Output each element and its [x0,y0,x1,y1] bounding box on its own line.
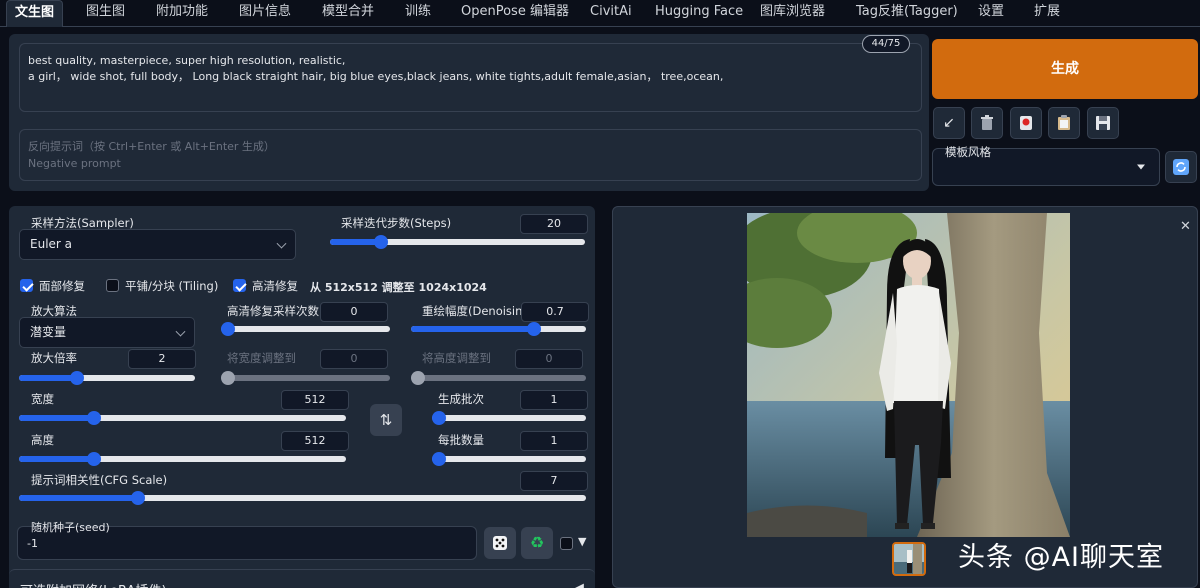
hires-steps-input[interactable]: 0 [320,302,388,322]
prompt-line-2: a girl， wide shot, full body， Long black… [28,70,724,83]
close-icon[interactable]: ✕ [1180,219,1191,234]
resize-height-label: 将高度调整到 [422,351,491,365]
face-restore-label: 面部修复 [39,279,85,293]
swap-dimensions-icon[interactable]: ⇅ [370,404,402,436]
cfg-input[interactable]: 7 [520,471,588,491]
resize-width-slider[interactable] [221,371,390,385]
extra-seed-checkbox[interactable] [560,537,573,550]
sampler-select[interactable]: Euler a [19,229,296,260]
upscaler-select[interactable]: 潜变量 [19,317,195,348]
tab-hugging-face[interactable]: Hugging Face [655,0,743,27]
tiling-label: 平铺/分块 (Tiling) [125,279,219,293]
sampler-value: Euler a [30,237,73,251]
generated-image[interactable] [747,213,1070,537]
batch-size-label: 每批数量 [438,433,484,447]
batch-size-input[interactable]: 1 [520,431,588,451]
triangle-down-icon[interactable]: ▼ [578,535,586,548]
tab-txt2img[interactable]: 文生图 [6,0,64,27]
height-input[interactable]: 512 [281,431,349,451]
width-label: 宽度 [31,392,54,406]
resize-height-input[interactable]: 0 [515,349,583,369]
width-input[interactable]: 512 [281,390,349,410]
arrow-icon[interactable]: ↙ [933,107,965,139]
seed-value: -1 [27,537,38,550]
tab-civitai[interactable]: CivitAi [590,0,632,27]
chevron-down-icon [175,326,186,337]
tab-openpose-editor[interactable]: OpenPose 编辑器 [461,0,569,27]
steps-slider[interactable] [330,235,585,249]
token-counter: 44/75 [862,35,910,53]
clipboard-icon[interactable] [1048,107,1080,139]
dropdown-caret-icon [1137,164,1145,170]
tab-extras[interactable]: 附加功能 [156,0,208,27]
upscale-by-input[interactable]: 2 [128,349,196,369]
thumbnail[interactable] [892,542,926,576]
batch-count-slider[interactable] [432,411,586,425]
batch-count-label: 生成批次 [438,392,484,406]
upscale-by-slider[interactable] [19,371,195,385]
negative-prompt-placeholder: 反向提示词（按 Ctrl+Enter 或 Alt+Enter 生成） [28,140,275,153]
hires-steps-slider[interactable] [221,322,390,336]
resize-width-label: 将宽度调整到 [227,351,296,365]
cfg-label: 提示词相关性(CFG Scale) [31,473,168,487]
batch-count-input[interactable]: 1 [520,390,588,410]
hires-info: 从 512x512 调整至 1024x1024 [310,281,487,294]
seed-label: 随机种子(seed) [31,521,110,534]
denoising-input[interactable]: 0.7 [521,302,589,322]
batch-size-slider[interactable] [432,452,586,466]
width-slider[interactable] [19,411,346,425]
negative-prompt-placeholder-en: Negative prompt [28,157,121,170]
tab-img2img[interactable]: 图生图 [86,0,125,27]
tab-image-browser[interactable]: 图库浏览器 [760,0,825,27]
collapse-triangle-icon: ◀ [575,580,584,588]
hires-fix-checkbox[interactable] [233,279,246,292]
prompt-line-1: best quality, masterpiece, super high re… [28,54,346,67]
tab-tagger[interactable]: Tag反推(Tagger) [856,0,958,27]
height-slider[interactable] [19,452,346,466]
cfg-slider[interactable] [19,491,586,505]
refresh-icon[interactable] [1165,151,1197,183]
steps-label: 采样迭代步数(Steps) [341,216,452,230]
denoising-label: 重绘幅度(Denoising) [422,304,535,318]
negative-prompt-input[interactable] [19,129,922,181]
face-restore-checkbox[interactable] [20,279,33,292]
dice-icon[interactable] [484,527,516,559]
tab-model-merge[interactable]: 模型合并 [322,0,374,27]
generate-button[interactable]: 生成 [932,39,1198,99]
upscaler-value: 潜变量 [30,325,67,339]
tab-train[interactable]: 训练 [405,0,431,27]
upscale-by-label: 放大倍率 [31,351,77,365]
style-label: 模板风格 [945,145,991,159]
record-icon[interactable] [1010,107,1042,139]
denoising-slider[interactable] [411,322,586,336]
trash-icon[interactable] [971,107,1003,139]
resize-width-input[interactable]: 0 [320,349,388,369]
hires-fix-label: 高清修复 [252,279,298,293]
tiling-checkbox[interactable] [106,279,119,292]
steps-input[interactable]: 20 [520,214,588,234]
chevron-down-icon [276,238,287,249]
tab-extensions[interactable]: 扩展 [1034,0,1060,27]
tab-png-info[interactable]: 图片信息 [239,0,291,27]
tab-settings[interactable]: 设置 [978,0,1004,27]
extra-networks-accordion[interactable]: 可选附加网络(LoRA插件) ◀ [9,569,595,588]
hires-steps-label: 高清修复采样次数 [227,304,319,318]
watermark: 头条 @AI聊天室 [958,542,1165,573]
save-icon[interactable] [1087,107,1119,139]
extra-networks-label: 可选附加网络(LoRA插件) [20,580,167,588]
recycle-icon[interactable]: ♻ [521,527,553,559]
height-label: 高度 [31,433,54,447]
tab-bar: 文生图 图生图 附加功能 图片信息 模型合并 训练 OpenPose 编辑器 C… [0,0,1200,27]
resize-height-slider[interactable] [411,371,586,385]
